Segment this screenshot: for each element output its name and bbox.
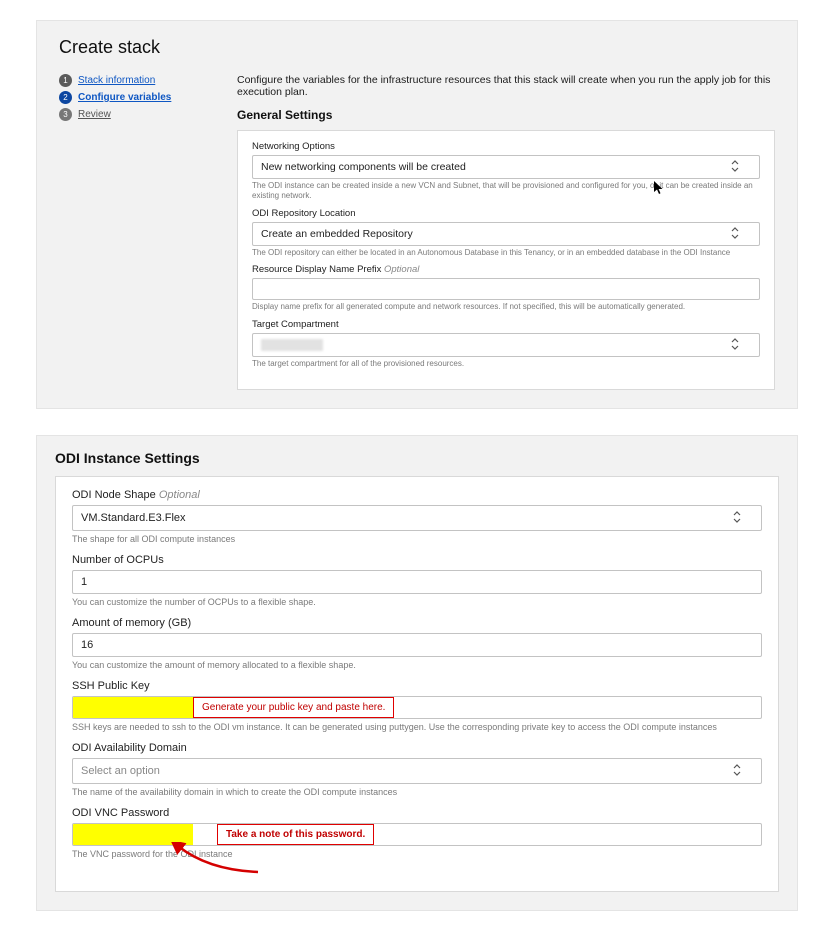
chevron-updown-icon [731,338,739,352]
step-number-icon: 1 [59,74,72,87]
select-value: Create an embedded Repository [261,228,413,240]
create-stack-panel: Create stack 1 Stack information 2 Confi… [36,20,798,409]
step-review[interactable]: 3 Review [59,108,209,121]
field-availability-domain: ODI Availability Domain Select an option… [72,742,762,797]
chevron-updown-icon [731,160,739,174]
field-help: The ODI repository can either be located… [252,248,760,258]
step-stack-information[interactable]: 1 Stack information [59,74,209,87]
field-vnc-password: ODI VNC Password Take a note of this pas… [72,807,762,859]
chevron-updown-icon [733,511,741,525]
step-label: Stack information [78,75,155,86]
odi-instance-title: ODI Instance Settings [55,450,779,466]
field-help: The shape for all ODI compute instances [72,534,762,544]
field-help: You can customize the amount of memory a… [72,660,762,670]
main-column: Configure the variables for the infrastr… [237,74,775,390]
annotation-callout: Take a note of this password. [217,824,374,845]
field-memory: Amount of memory (GB) 16 You can customi… [72,617,762,670]
field-help: SSH keys are needed to ssh to the ODI vm… [72,722,762,732]
field-label: ODI Availability Domain [72,742,762,754]
general-settings-box: Networking Options New networking compon… [237,130,775,390]
input-value: 1 [81,576,87,588]
input-tail [374,824,761,845]
wizard-steps: 1 Stack information 2 Configure variable… [59,74,209,390]
field-help: You can customize the number of OCPUs to… [72,597,762,607]
step-number-icon: 2 [59,91,72,104]
general-settings-title: General Settings [237,108,775,122]
ocpus-input[interactable]: 1 [72,570,762,594]
ssh-key-input[interactable]: Generate your public key and paste here. [72,696,762,719]
target-compartment-select[interactable] [252,333,760,357]
page-title: Create stack [59,37,775,58]
networking-options-select[interactable]: New networking components will be create… [252,155,760,179]
field-label: Number of OCPUs [72,554,762,566]
field-help: The ODI instance can be created inside a… [252,181,760,202]
field-label: Target Compartment [252,319,760,330]
field-ocpus: Number of OCPUs 1 You can customize the … [72,554,762,607]
select-placeholder: Select an option [81,765,160,777]
chevron-updown-icon [731,227,739,241]
field-repository-location: ODI Repository Location Create an embedd… [252,208,760,258]
select-value: VM.Standard.E3.Flex [81,512,186,524]
highlight-marker [73,824,193,845]
memory-input[interactable]: 16 [72,633,762,657]
step-number-icon: 3 [59,108,72,121]
layout-two-col: 1 Stack information 2 Configure variable… [59,74,775,390]
field-target-compartment: Target Compartment The target compartmen… [252,319,760,369]
field-ssh-key: SSH Public Key Generate your public key … [72,680,762,732]
odi-instance-panel: ODI Instance Settings ODI Node Shape Opt… [36,435,798,911]
field-label: SSH Public Key [72,680,762,692]
field-help: The VNC password for the ODI instance [72,849,762,859]
node-shape-select[interactable]: VM.Standard.E3.Flex [72,505,762,531]
field-networking-options: Networking Options New networking compon… [252,141,760,202]
optional-tag: Optional [384,264,419,275]
display-name-prefix-input[interactable] [252,278,760,300]
input-value: 16 [81,639,93,651]
optional-tag: Optional [159,489,200,501]
odi-instance-box: ODI Node Shape Optional VM.Standard.E3.F… [55,476,779,892]
field-label: ODI VNC Password [72,807,762,819]
field-help: The name of the availability domain in w… [72,787,762,797]
field-label: Networking Options [252,141,760,152]
step-label: Review [78,109,111,120]
field-help: The target compartment for all of the pr… [252,359,760,369]
intro-text: Configure the variables for the infrastr… [237,74,775,98]
step-configure-variables[interactable]: 2 Configure variables [59,91,209,104]
field-display-name-prefix: Resource Display Name Prefix Optional Di… [252,264,760,312]
repository-location-select[interactable]: Create an embedded Repository [252,222,760,246]
highlight-marker [73,697,193,718]
field-node-shape: ODI Node Shape Optional VM.Standard.E3.F… [72,489,762,544]
chevron-updown-icon [733,764,741,778]
field-help: Display name prefix for all generated co… [252,302,760,312]
field-label: Amount of memory (GB) [72,617,762,629]
step-label: Configure variables [78,92,171,103]
vnc-password-input[interactable]: Take a note of this password. [72,823,762,846]
availability-domain-select[interactable]: Select an option [72,758,762,784]
select-value: New networking components will be create… [261,161,466,173]
annotation-callout: Generate your public key and paste here. [193,697,394,718]
input-tail [394,697,761,718]
field-label: ODI Repository Location [252,208,760,219]
redacted-value [261,339,323,351]
field-label: ODI Node Shape Optional [72,489,762,501]
field-label: Resource Display Name Prefix Optional [252,264,760,275]
